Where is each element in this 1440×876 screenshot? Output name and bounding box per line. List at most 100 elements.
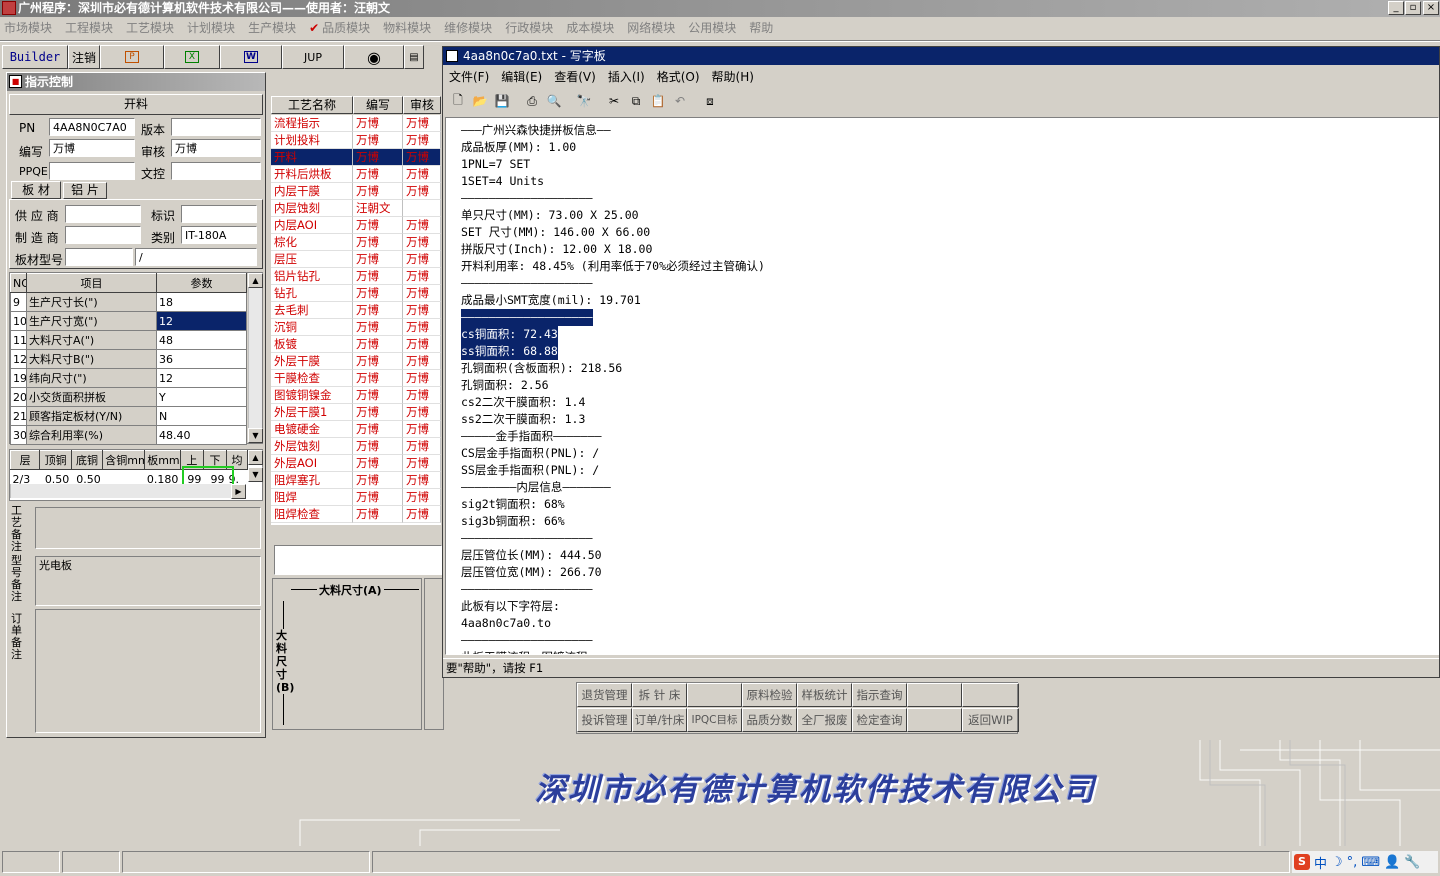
order-note-field[interactable] — [35, 609, 261, 733]
param-value[interactable]: 36 — [156, 349, 247, 369]
menu-help[interactable]: 帮助 — [749, 19, 773, 36]
scroll-down-icon[interactable]: ▼ — [248, 467, 263, 482]
diagram-input[interactable] — [274, 545, 442, 575]
param-header-item[interactable]: 项目 — [26, 273, 157, 293]
table-row[interactable]: 流程指示 万博 万博 — [271, 115, 441, 132]
table-row[interactable]: 外层蚀刻 万博 万博 — [271, 438, 441, 455]
table-row[interactable]: 阻焊检查 万博 万博 — [271, 506, 441, 523]
sample-stats-button[interactable]: 样板统计 — [797, 683, 852, 707]
menu-market[interactable]: 市场模块 — [4, 19, 52, 36]
table-row[interactable]: 棕化 万博 万博 — [271, 234, 441, 251]
wp-menu-edit[interactable]: 编辑(E) — [501, 68, 542, 85]
table-row[interactable]: 板镀 万博 万博 — [271, 336, 441, 353]
menu-production[interactable]: 生产模块 — [248, 19, 296, 36]
scroll-down-icon[interactable]: ▼ — [248, 428, 263, 443]
param-value[interactable]: N — [156, 406, 247, 426]
print-icon[interactable]: ⎙ — [521, 90, 543, 112]
table-row[interactable]: 阻焊 万博 万博 — [271, 489, 441, 506]
table-row[interactable]: 钻孔 万博 万博 — [271, 285, 441, 302]
wp-menu-file[interactable]: 文件(F) — [449, 68, 489, 85]
menu-network[interactable]: 网络模块 — [627, 19, 675, 36]
table-row[interactable]: 19 纬向尺寸(") 12 — [10, 368, 247, 388]
board-model-field[interactable] — [65, 248, 133, 266]
table-row[interactable]: 开料后烘板 万博 万博 — [271, 166, 441, 183]
pn-field[interactable]: 4AA8N0C7A0 — [49, 118, 135, 136]
wp-menu-view[interactable]: 查看(V) — [554, 68, 596, 85]
copy-icon[interactable]: ⧉ — [625, 90, 647, 112]
table-row[interactable]: 计划投料 万博 万博 — [271, 132, 441, 149]
wordpad-text-area[interactable]: ———广州兴森快捷拼板信息—— 成品板厚(MM): 1.00 1PNL=7 SET 1… — [445, 117, 1439, 655]
return-management-button[interactable]: 退货管理 — [577, 683, 632, 707]
param-scrollbar[interactable] — [248, 273, 262, 443]
board-model-field-2[interactable]: / — [135, 248, 257, 266]
maximize-button[interactable]: ▫ — [1405, 1, 1421, 15]
new-icon[interactable]: 🗋 — [447, 90, 469, 112]
supplier-field[interactable] — [65, 205, 141, 223]
ppqe-field[interactable] — [49, 162, 135, 180]
insert-object-icon[interactable]: ⧈ — [699, 90, 721, 112]
layer-header[interactable]: 含铜mm — [102, 450, 146, 470]
find-icon[interactable]: 🔭 — [573, 90, 595, 112]
table-row[interactable]: 开料 万博 万博 — [271, 149, 441, 166]
param-value[interactable]: 48.40 — [156, 425, 247, 445]
doc-control-field[interactable] — [171, 162, 261, 180]
scroll-up-icon[interactable]: ▲ — [248, 450, 263, 465]
keyboard-icon[interactable]: ⌨ — [1361, 855, 1380, 870]
table-row[interactable]: 干膜检查 万博 万博 — [271, 370, 441, 387]
table-row[interactable]: 层压 万博 万博 — [271, 251, 441, 268]
database-button[interactable]: ▤ — [404, 45, 424, 69]
layer-header[interactable]: 顶铜 — [39, 450, 72, 470]
menu-public[interactable]: 公用模块 — [688, 19, 736, 36]
table-row[interactable]: 内层干膜 万博 万博 — [271, 183, 441, 200]
logout-button[interactable]: 注销 — [68, 45, 100, 69]
open-icon[interactable]: 📂 — [469, 90, 491, 112]
factory-scrap-button[interactable]: 全厂报废 — [797, 708, 852, 732]
table-row[interactable]: 电镀硬金 万博 万博 — [271, 421, 441, 438]
reviewer-field[interactable]: 万博 — [171, 139, 261, 157]
ime-mode-label[interactable]: 中 — [1314, 853, 1327, 872]
scroll-up-icon[interactable]: ▲ — [248, 273, 263, 288]
menu-quality[interactable]: 品质模块 — [322, 19, 370, 36]
layer-hscrollbar[interactable] — [10, 484, 246, 498]
model-note-field[interactable]: 光电板 — [35, 556, 261, 606]
save-icon[interactable]: 💾 — [491, 90, 513, 112]
param-value[interactable]: 18 — [156, 292, 247, 312]
table-row[interactable]: 外层干膜 万博 万博 — [271, 353, 441, 370]
param-value[interactable]: Y — [156, 387, 247, 407]
layer-header[interactable]: 板mm — [144, 450, 181, 470]
quality-score-button[interactable]: 品质分数 — [742, 708, 797, 732]
table-row[interactable]: 11 大料尺寸A(") 48 — [10, 330, 247, 350]
empty-button[interactable] — [907, 708, 962, 732]
menu-process[interactable]: 工艺模块 — [126, 19, 174, 36]
maker-field[interactable] — [65, 226, 141, 244]
order-pin-bed-button[interactable]: 订单/针床 — [632, 708, 687, 732]
paste-icon[interactable]: 📋 — [647, 90, 669, 112]
table-row[interactable]: 9 生产尺寸长(") 18 — [10, 292, 247, 312]
builder-button[interactable]: Builder — [2, 45, 68, 69]
print-preview-icon[interactable]: 🔍 — [543, 90, 565, 112]
calibration-query-button[interactable]: 检定查询 — [852, 708, 907, 732]
view-button[interactable]: ◉ — [344, 45, 404, 69]
process-note-field[interactable] — [35, 507, 261, 549]
process-header-reviewer[interactable]: 审核 — [403, 96, 441, 114]
table-row[interactable]: 外层干膜1 万博 万博 — [271, 404, 441, 421]
table-row[interactable]: 沉铜 万博 万博 — [271, 319, 441, 336]
table-row[interactable]: 阻焊塞孔 万博 万博 — [271, 472, 441, 489]
table-row[interactable]: 10 生产尺寸宽(") 12 — [10, 311, 247, 331]
wp-menu-insert[interactable]: 插入(I) — [608, 68, 645, 85]
wp-menu-help[interactable]: 帮助(H) — [712, 68, 754, 85]
layer-header[interactable]: 底铜 — [70, 450, 104, 470]
table-row[interactable]: 铝片钻孔 万博 万博 — [271, 268, 441, 285]
ipqc-target-button[interactable]: IPQC目标 — [687, 708, 742, 732]
wrench-icon[interactable]: 🔧 — [1404, 855, 1420, 870]
layer-header[interactable]: 层 — [9, 450, 41, 470]
cut-icon[interactable]: ✂ — [603, 90, 625, 112]
param-value[interactable]: 48 — [156, 330, 247, 350]
table-row[interactable]: 30 综合利用率(%) 48.40 — [10, 425, 247, 445]
menu-admin[interactable]: 行政模块 — [505, 19, 553, 36]
param-header-value[interactable]: 参数 — [156, 273, 247, 293]
excel-button[interactable]: X — [164, 45, 220, 69]
sogou-icon[interactable]: S — [1294, 854, 1310, 870]
wp-menu-format[interactable]: 格式(O) — [657, 68, 700, 85]
param-header-no[interactable]: NO — [10, 273, 27, 293]
